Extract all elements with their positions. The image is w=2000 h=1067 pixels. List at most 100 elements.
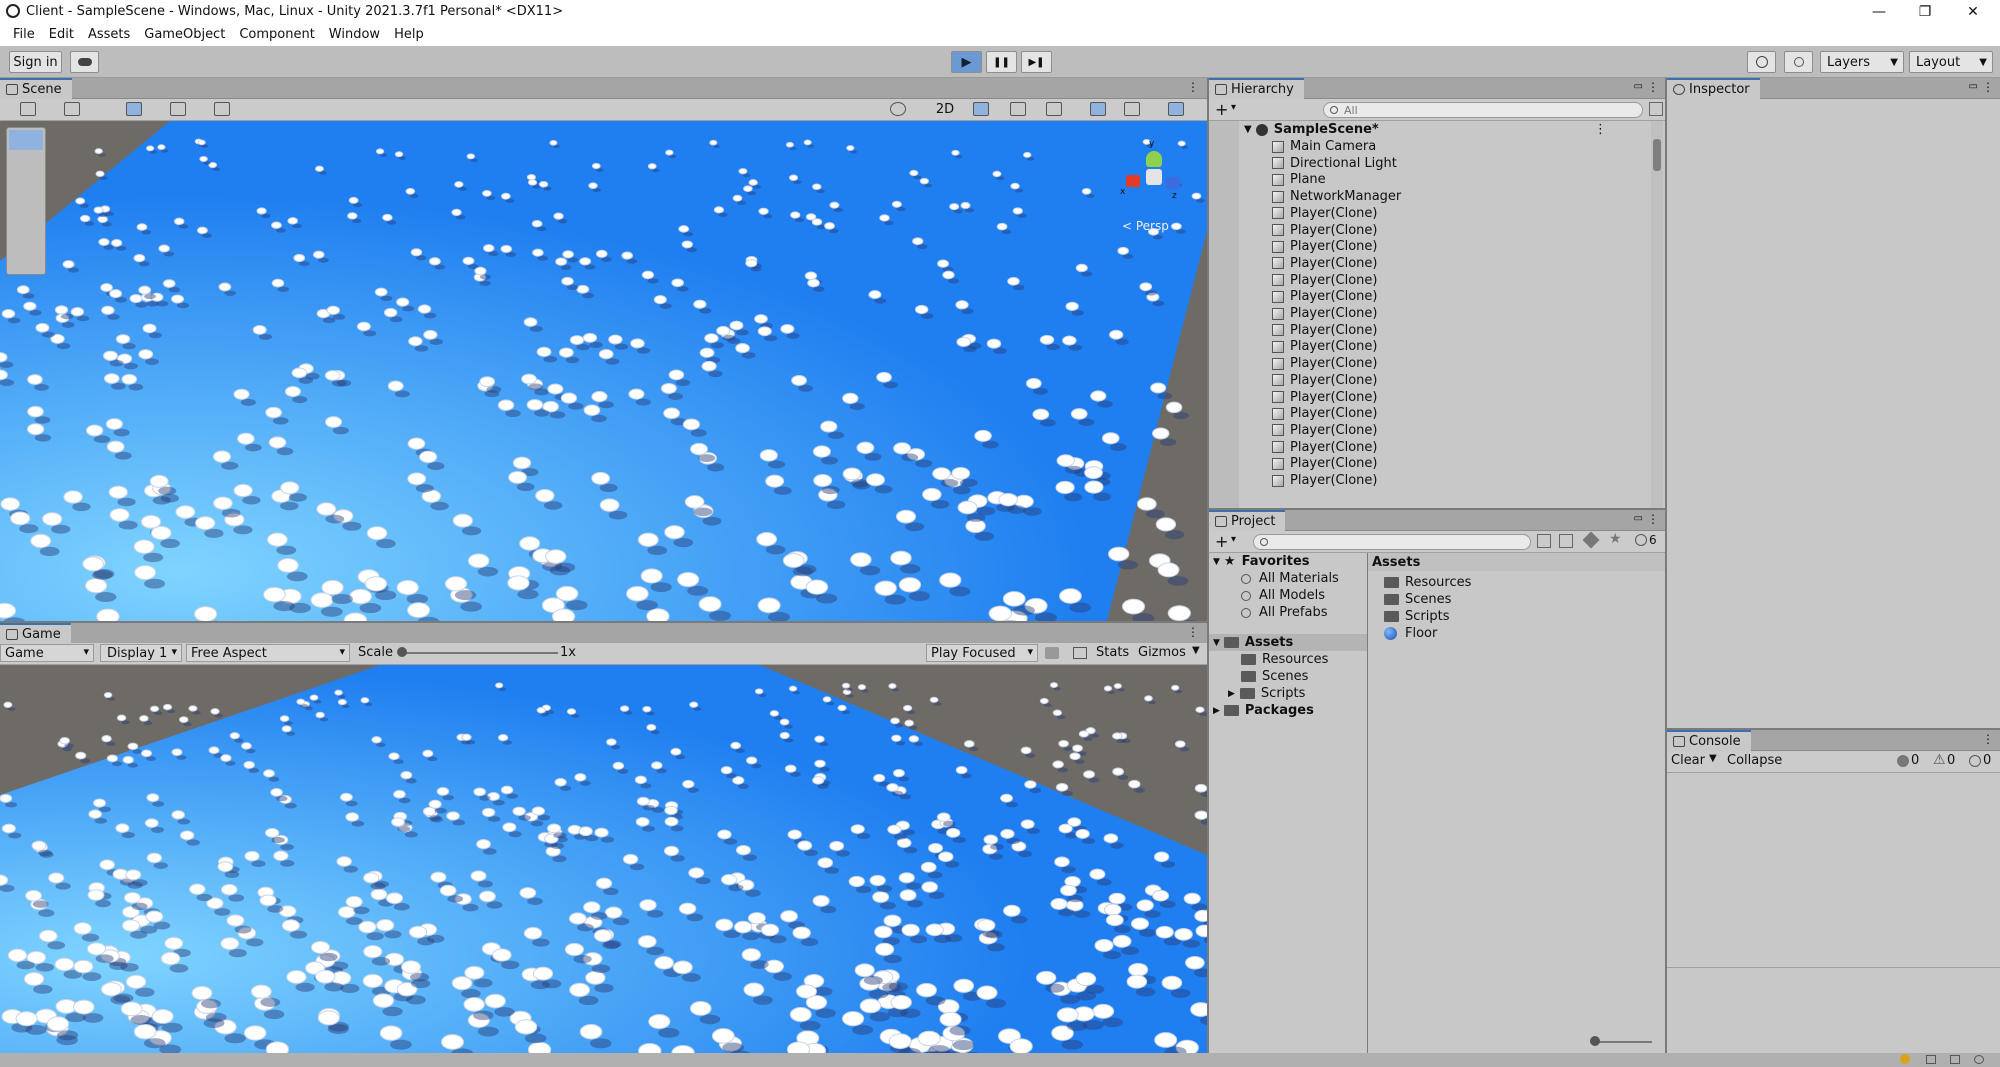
folder-item[interactable]: Resources <box>1241 651 1328 668</box>
hierarchy-item[interactable]: Player(Clone) <box>1209 422 1629 439</box>
hierarchy-item[interactable]: Player(Clone) <box>1209 389 1629 406</box>
filter-type-icon[interactable] <box>1559 534 1573 548</box>
scrollbar-thumb[interactable] <box>1653 139 1661 171</box>
console-log[interactable] <box>1667 773 2000 968</box>
lighting-icon[interactable] <box>973 102 989 116</box>
lock-icon[interactable]: ▭ <box>1634 513 1643 524</box>
clear-button[interactable]: Clear <box>1671 753 1705 768</box>
more-options-icon[interactable]: ⋮ <box>1187 80 1199 94</box>
hierarchy-item[interactable]: Player(Clone) <box>1209 222 1629 239</box>
more-options-icon[interactable]: ⋮ <box>1594 122 1607 137</box>
draw-mode-icon[interactable] <box>20 102 36 116</box>
menu-edit[interactable]: Edit <box>49 27 74 42</box>
collapse-button[interactable]: Collapse <box>1727 753 1782 768</box>
scene-root[interactable]: ▼ SampleScene* ⋮ <box>1209 121 1629 138</box>
chevron-down-icon[interactable]: ▾ <box>1231 534 1236 545</box>
hierarchy-scrollbar[interactable] <box>1651 121 1663 508</box>
visibility-icon[interactable] <box>1090 102 1106 116</box>
hierarchy-item[interactable]: Player(Clone) <box>1209 305 1629 322</box>
hierarchy-item[interactable]: Player(Clone) <box>1209 355 1629 372</box>
error-icon[interactable] <box>1897 755 1909 767</box>
add-icon[interactable]: + <box>1215 532 1228 551</box>
gizmos-icon[interactable] <box>1168 102 1184 116</box>
orientation-gizmo[interactable]: y x z < Persp <box>1120 139 1190 233</box>
hierarchy-item[interactable]: Player(Clone) <box>1209 472 1629 489</box>
sign-in-button[interactable]: Sign in <box>9 51 62 73</box>
tab-project[interactable]: Project <box>1209 510 1286 531</box>
stats-button[interactable]: Stats <box>1096 645 1129 660</box>
info-icon[interactable] <box>1969 755 1981 767</box>
game-viewport[interactable] <box>0 665 1207 1053</box>
search-type-icon[interactable] <box>1537 534 1551 548</box>
lock-icon[interactable]: ▭ <box>1969 81 1978 92</box>
increment-snap-icon[interactable] <box>214 102 230 116</box>
hierarchy-search-input[interactable]: All <box>1323 102 1643 118</box>
hierarchy-item[interactable]: Player(Clone) <box>1209 288 1629 305</box>
asset-item[interactable]: Resources <box>1384 574 1471 591</box>
chevron-down-icon[interactable]: ▼ <box>1709 753 1717 764</box>
debug-icon[interactable] <box>1950 1055 1960 1064</box>
folder-item[interactable]: Scenes <box>1241 668 1308 685</box>
hierarchy-item[interactable]: Directional Light <box>1209 155 1629 172</box>
tab-scene[interactable]: Scene <box>0 78 72 99</box>
scene-viewport[interactable]: y x z < Persp <box>0 121 1207 621</box>
persp-label[interactable]: < Persp <box>1122 219 1169 233</box>
asset-item[interactable]: Floor <box>1384 625 1437 642</box>
favorite-item[interactable]: All Models <box>1241 587 1325 604</box>
transform-tool-icon[interactable] <box>9 240 43 260</box>
pivot-icon[interactable] <box>126 102 142 116</box>
scale-slider-track[interactable] <box>400 652 558 654</box>
tab-console[interactable]: Console <box>1667 730 1751 751</box>
chevron-down-icon[interactable]: ▼ <box>1192 645 1200 656</box>
menu-file[interactable]: File <box>13 27 35 42</box>
search-filter-icon[interactable] <box>1649 102 1663 116</box>
mute-audio-icon[interactable] <box>1045 647 1059 659</box>
asset-item[interactable]: Scripts <box>1384 608 1449 625</box>
progress-icon[interactable] <box>1900 1054 1910 1064</box>
gizmos-button[interactable]: Gizmos <box>1138 645 1186 660</box>
menu-help[interactable]: Help <box>394 27 424 42</box>
menu-component[interactable]: Component <box>239 27 314 42</box>
keyboard-icon[interactable] <box>1073 647 1087 659</box>
mode-2d-button[interactable]: 2D <box>930 99 960 119</box>
project-search-input[interactable] <box>1253 534 1531 550</box>
game-view-dropdown[interactable]: Game <box>0 644 94 662</box>
more-options-icon[interactable]: ⋮ <box>1982 732 1994 746</box>
hierarchy-item[interactable]: Player(Clone) <box>1209 405 1629 422</box>
play-mode-dropdown[interactable]: Play Focused <box>926 644 1038 662</box>
menu-window[interactable]: Window <box>329 27 380 42</box>
chevron-down-icon[interactable]: ▾ <box>1231 102 1236 113</box>
asset-item[interactable]: Scenes <box>1384 591 1451 608</box>
more-options-icon[interactable]: ⋮ <box>1647 80 1659 94</box>
warning-icon[interactable]: ⚠ <box>1933 752 1946 768</box>
effects-icon[interactable] <box>1046 102 1062 116</box>
assets-item[interactable]: ▼ Assets <box>1209 634 1367 651</box>
shading-icon[interactable] <box>64 102 80 116</box>
aspect-dropdown[interactable]: Free Aspect <box>186 644 350 662</box>
rect-tool-icon[interactable] <box>9 218 43 238</box>
close-button[interactable]: ✕ <box>1950 0 1996 23</box>
favorite-item[interactable]: All Prefabs <box>1241 604 1328 621</box>
star-icon[interactable]: ★ <box>1609 531 1622 547</box>
hierarchy-item[interactable]: Player(Clone) <box>1209 322 1629 339</box>
camera-icon[interactable] <box>1124 102 1140 116</box>
audio-icon[interactable] <box>1010 102 1026 116</box>
cache-icon[interactable] <box>1926 1055 1936 1064</box>
search-button[interactable] <box>1784 51 1813 73</box>
scale-tool-icon[interactable] <box>9 196 43 216</box>
hierarchy-item[interactable]: Main Camera <box>1209 138 1629 155</box>
hierarchy-item[interactable]: Player(Clone) <box>1209 455 1629 472</box>
lock-icon[interactable]: ▭ <box>1634 81 1643 92</box>
tab-inspector[interactable]: Inspector <box>1667 78 1760 99</box>
menu-gameobject[interactable]: GameObject <box>144 27 225 42</box>
hierarchy-item[interactable]: Player(Clone) <box>1209 338 1629 355</box>
folder-item[interactable]: ▶ Scripts <box>1228 685 1305 702</box>
display-dropdown[interactable]: Display 1 <box>100 644 182 662</box>
zoom-slider-handle[interactable] <box>1590 1036 1600 1046</box>
hierarchy-item[interactable]: NetworkManager <box>1209 188 1629 205</box>
hidden-packages-icon[interactable] <box>1635 534 1647 546</box>
label-icon[interactable] <box>1582 531 1600 549</box>
hierarchy-item[interactable]: Player(Clone) <box>1209 255 1629 272</box>
step-button[interactable]: ▶❚ <box>1021 51 1052 73</box>
hierarchy-item[interactable]: Player(Clone) <box>1209 439 1629 456</box>
